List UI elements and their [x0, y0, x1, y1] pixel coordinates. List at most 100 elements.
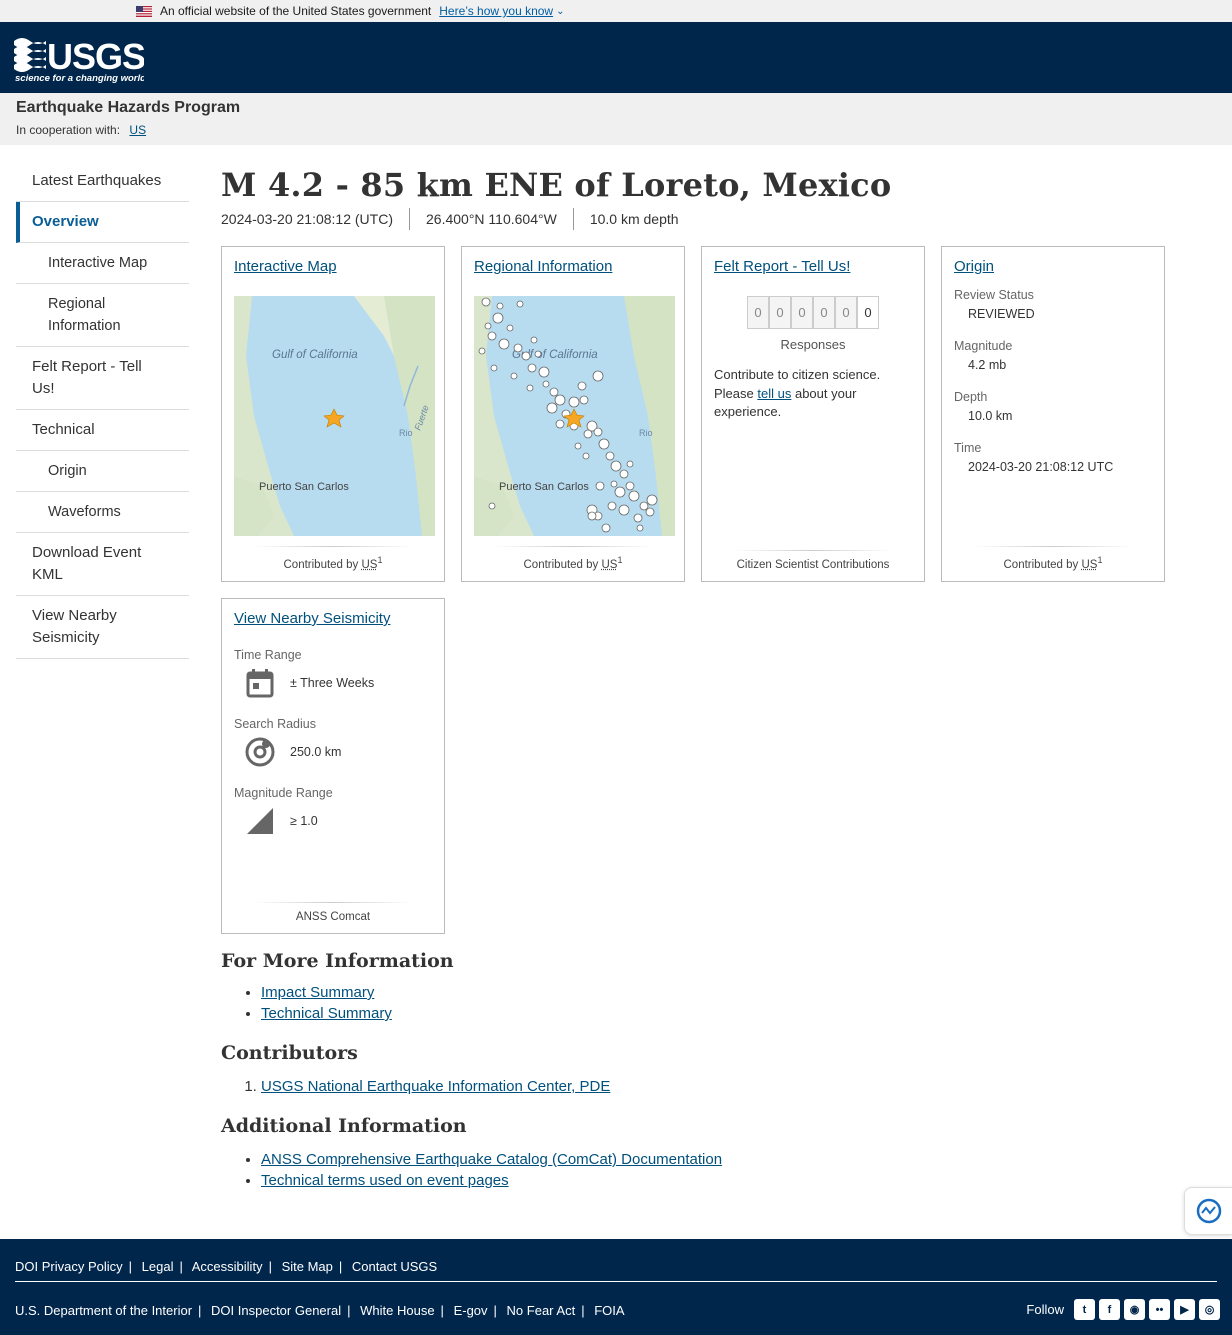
seismicity-footer: ANSS Comcat [222, 902, 444, 923]
how-you-know-link[interactable]: Here’s how you know [439, 4, 553, 18]
tell-us-link[interactable]: tell us [757, 386, 791, 401]
comcat-doc-link[interactable]: ANSS Comprehensive Earthquake Catalog (C… [261, 1151, 722, 1168]
felt-report-card[interactable]: Felt Report - Tell Us! 0 0 0 0 0 0 Respo… [701, 246, 925, 582]
list-item: Impact Summary [261, 982, 1181, 1003]
felt-report-link[interactable]: Felt Report - Tell Us! [714, 258, 850, 275]
footer-link-whitehouse[interactable]: White House [360, 1303, 434, 1318]
nearby-quake-marker [593, 427, 603, 437]
footer-link-nofear[interactable]: No Fear Act [507, 1303, 576, 1318]
sidebar-item-technical[interactable]: Technical [16, 410, 189, 451]
cooperation-network-link[interactable]: US [129, 123, 146, 137]
contributor-link[interactable]: USGS National Earthquake Information Cen… [261, 1078, 610, 1095]
nearby-quake-marker [619, 469, 629, 479]
time-value: 2024-03-20 21:08:12 UTC [968, 460, 1114, 474]
instagram-icon[interactable]: ◎ [1199, 1299, 1220, 1320]
origin-link[interactable]: Origin [954, 258, 994, 275]
event-location: 26.400°N 110.604°W [409, 208, 573, 230]
summary-cards: Interactive Map Gulf of California Puert… [221, 246, 1181, 934]
main-content: M 4.2 - 85 km ENE of Loreto, Mexico 2024… [221, 165, 1181, 1191]
regional-information-link[interactable]: Regional Information [474, 258, 612, 275]
github-icon[interactable]: ◉ [1124, 1299, 1145, 1320]
magnitude-range-label: Magnitude Range [234, 786, 333, 800]
counter-digit: 0 [791, 296, 813, 329]
twitter-icon[interactable]: t [1074, 1299, 1095, 1320]
impact-summary-link[interactable]: Impact Summary [261, 984, 374, 1001]
facebook-icon[interactable]: f [1099, 1299, 1120, 1320]
review-status-label: Review Status [954, 288, 1034, 302]
sidebar-item-felt-report[interactable]: Felt Report - Tell Us! [16, 347, 189, 410]
sidebar-item-overview[interactable]: Overview [16, 202, 189, 243]
responses-label: Responses [780, 337, 846, 352]
origin-card[interactable]: Origin Review Status REVIEWED Magnitude … [941, 246, 1165, 582]
nearby-quake-marker [614, 486, 626, 498]
nearby-quake-marker [513, 343, 523, 353]
nearby-quake-marker [510, 372, 518, 380]
nearby-quake-marker [592, 370, 604, 382]
sidebar-item-waveforms[interactable]: Waveforms [16, 492, 189, 533]
event-depth: 10.0 km depth [572, 208, 695, 230]
footer-link-doi[interactable]: U.S. Department of the Interior [15, 1303, 192, 1318]
contributors-list: USGS National Earthquake Information Cen… [261, 1076, 1181, 1097]
nearby-quake-marker [579, 395, 589, 405]
interactive-map-card[interactable]: Interactive Map Gulf of California Puert… [221, 246, 445, 582]
nearby-quake-marker [555, 419, 565, 429]
footer-link-sitemap[interactable]: Site Map [282, 1259, 333, 1274]
list-item: USGS National Earthquake Information Cen… [261, 1076, 1181, 1097]
nearby-quake-marker [633, 513, 643, 523]
sidebar-item-origin[interactable]: Origin [16, 451, 189, 492]
program-bar: Earthquake Hazards Program In cooperatio… [0, 93, 1232, 145]
nearby-quake-marker [595, 481, 605, 491]
program-title[interactable]: Earthquake Hazards Program [16, 99, 1216, 117]
footer-link-egov[interactable]: E-gov [454, 1303, 488, 1318]
nearby-quake-marker [478, 347, 486, 355]
magnitude-ramp-icon [240, 804, 280, 838]
list-item: Technical Summary [261, 1003, 1181, 1024]
seismicity-details: Time Range ± Three Weeks Search Radius 2… [234, 648, 432, 838]
sidebar-item-regional-information[interactable]: Regional Information [16, 284, 189, 347]
technical-terms-link[interactable]: Technical terms used on event pages [261, 1172, 509, 1189]
feedback-button[interactable] [1184, 1187, 1232, 1235]
nearby-quake-marker [607, 501, 617, 511]
footer-divider [15, 1281, 1217, 1282]
nearby-quake-marker [582, 452, 590, 460]
youtube-icon[interactable]: ▶ [1174, 1299, 1195, 1320]
svg-text:Puerto San Carlos: Puerto San Carlos [259, 481, 349, 493]
footer-link-legal[interactable]: Legal [142, 1259, 174, 1274]
nearby-quake-marker [481, 297, 491, 307]
event-time: 2024-03-20 21:08:12 (UTC) [221, 211, 393, 227]
footer-link-accessibility[interactable]: Accessibility [192, 1259, 263, 1274]
sidebar-nav: Latest Earthquakes Overview Interactive … [16, 161, 189, 659]
sidebar-item-interactive-map[interactable]: Interactive Map [16, 243, 189, 284]
cooperation-label: In cooperation with: [16, 123, 121, 137]
footer-links-primary: DOI Privacy Policy | Legal | Accessibility… [15, 1259, 438, 1274]
footer-link-foia[interactable]: FOIA [594, 1303, 624, 1318]
footer-link-contact[interactable]: Contact USGS [352, 1259, 437, 1274]
nearby-quake-marker [628, 490, 640, 502]
nearby-quake-marker [516, 300, 524, 308]
nearby-seismicity-card[interactable]: View Nearby Seismicity Time Range ± Thre… [221, 598, 445, 934]
regional-information-card[interactable]: Regional Information Gulf of California … [461, 246, 685, 582]
chevron-down-icon[interactable]: ⌄ [556, 6, 564, 17]
svg-text:Rio: Rio [639, 428, 653, 438]
sidebar-item-latest-earthquakes[interactable]: Latest Earthquakes [16, 161, 189, 202]
sidebar-item-download-kml[interactable]: Download Event KML [16, 533, 189, 596]
event-meta: 2024-03-20 21:08:12 (UTC) 26.400°N 110.6… [221, 208, 1181, 230]
technical-summary-link[interactable]: Technical Summary [261, 1005, 392, 1022]
nearby-quake-marker [577, 381, 587, 391]
additional-info-list: ANSS Comprehensive Earthquake Catalog (C… [261, 1149, 1181, 1191]
flickr-icon[interactable]: •• [1149, 1299, 1170, 1320]
more-info-heading: For More Information [221, 950, 454, 972]
interactive-map-link[interactable]: Interactive Map [234, 258, 337, 275]
sidebar-item-nearby-seismicity[interactable]: View Nearby Seismicity [16, 596, 189, 659]
calendar-icon [240, 666, 280, 700]
footer-link-privacy[interactable]: DOI Privacy Policy [15, 1259, 123, 1274]
usgs-logo[interactable]: USGS science for a changing world [14, 31, 144, 83]
nearby-seismicity-link[interactable]: View Nearby Seismicity [234, 610, 390, 627]
interactive-map-thumbnail[interactable]: Gulf of California Puerto San Carlos Rio… [234, 296, 435, 536]
nearby-quake-marker [487, 331, 497, 341]
regional-map-thumbnail[interactable]: Gulf of California Puerto San Carlos Rio [474, 296, 675, 536]
nearby-quake-marker [538, 366, 550, 378]
footer-link-inspector[interactable]: DOI Inspector General [211, 1303, 341, 1318]
nearby-quake-marker [492, 312, 504, 324]
cooperation-line: In cooperation with: US [16, 123, 1216, 137]
